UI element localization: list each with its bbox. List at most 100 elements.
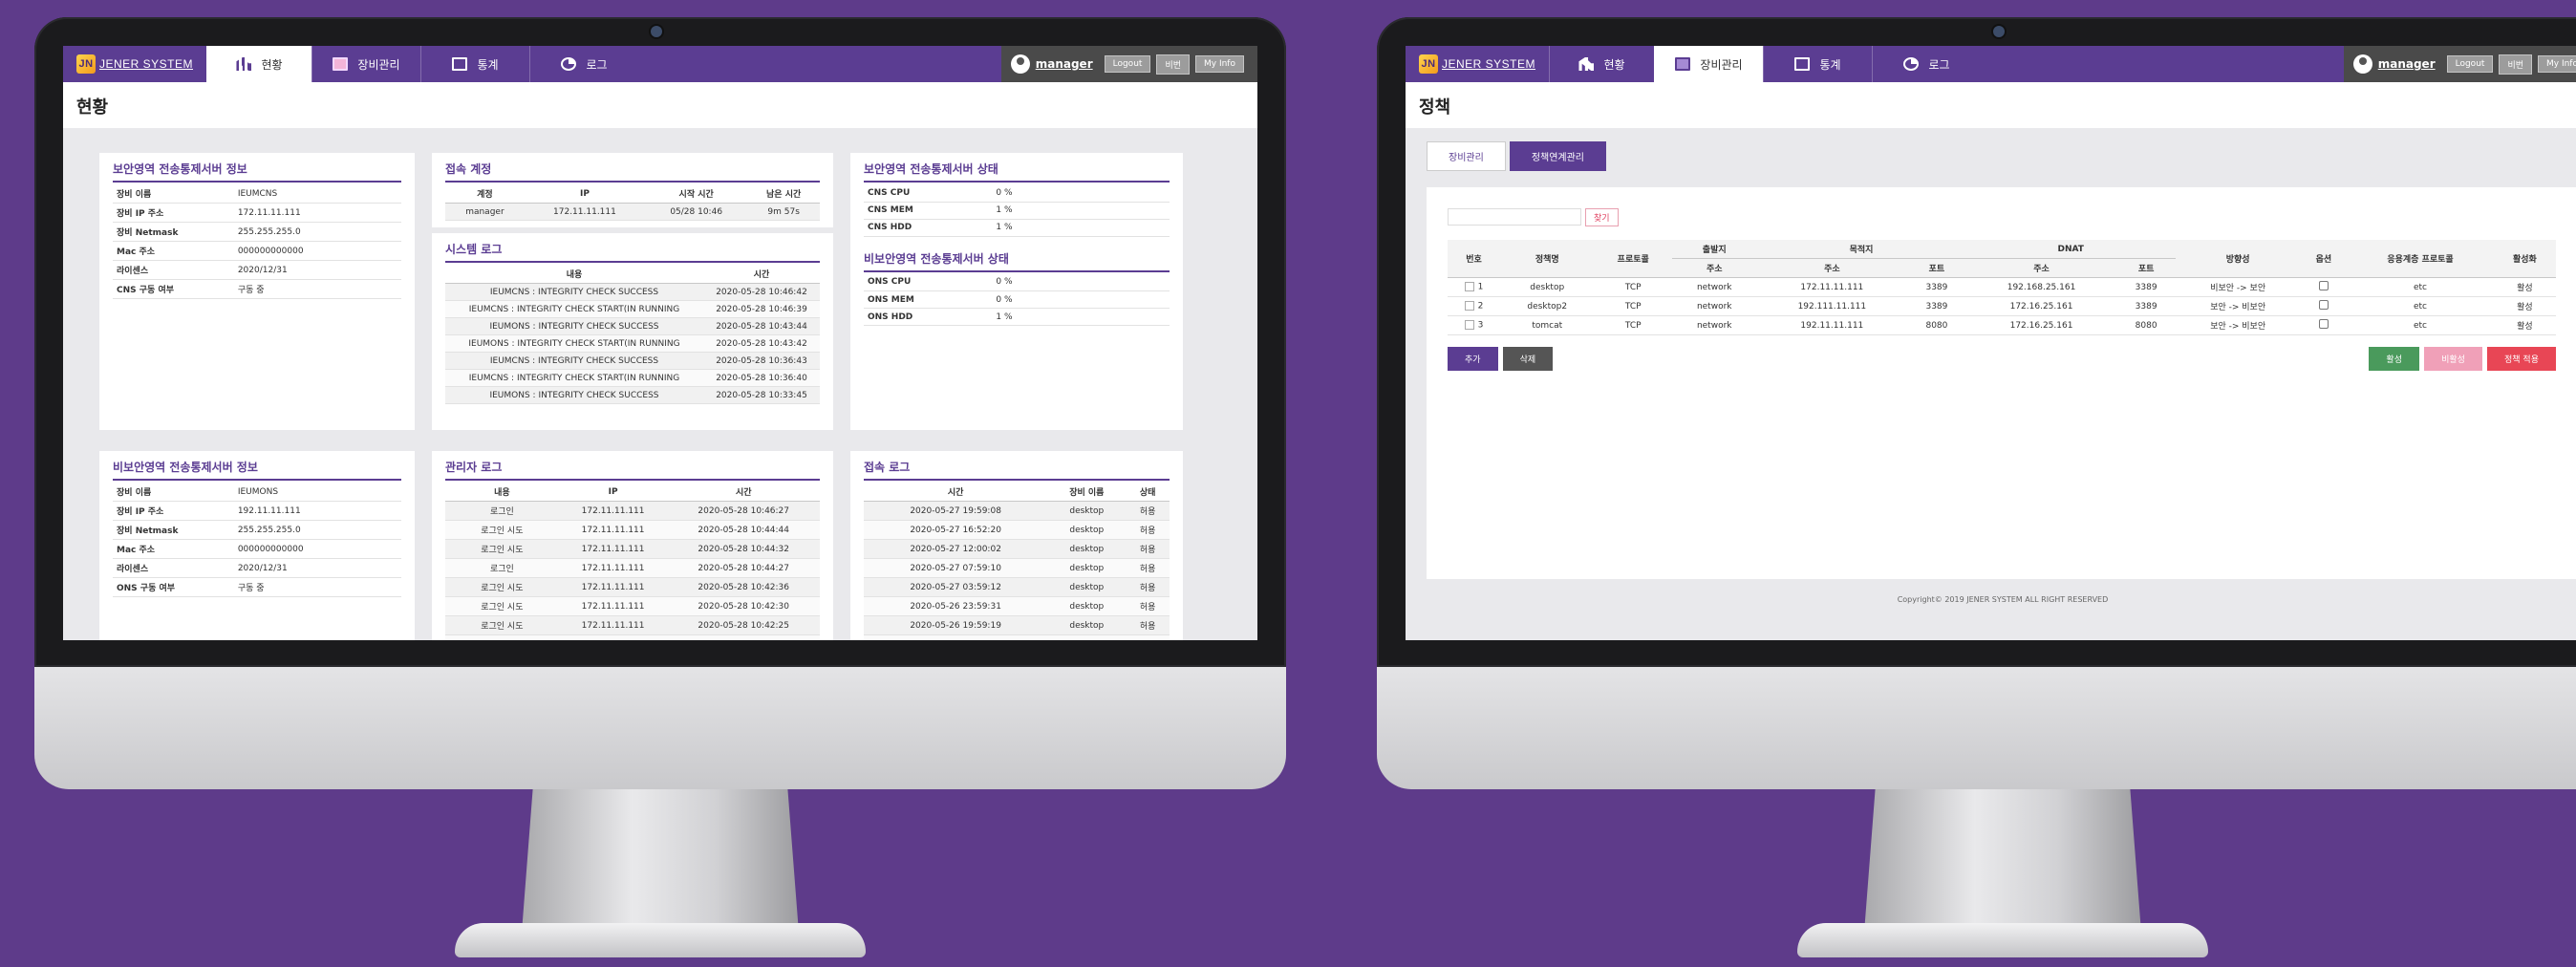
network-tree-icon[interactable] [2318,300,2329,310]
col-dnat: DNAT [1965,240,2176,259]
deactivate-button[interactable]: 비활성 [2424,347,2482,371]
logo-text: JENER SYSTEM [1442,57,1536,71]
status-row[interactable]: CNS HDD 1 % [864,219,1170,237]
info-row[interactable]: 장비 이름 IEUMCNS [113,184,401,204]
table-row[interactable]: IEUMCNS : INTEGRITY CHECK START(IN RUNNI… [445,369,820,387]
table-row[interactable]: 로그인 시도 172.11.11.111 2020-05-28 10:42:30 [445,596,820,616]
apply-policy-button[interactable]: 정책 적용 [2487,347,2556,371]
info-row[interactable]: 장비 Netmask 255.255.255.0 [113,222,401,242]
policy-row[interactable]: 3 tomcat TCP network 192.11.11.111 8080 172.16… [1448,315,2556,335]
subtab-device-management[interactable]: 장비관리 [1427,141,1506,171]
tab-log[interactable]: 로그 [1872,46,1981,82]
tab-log[interactable]: 로그 [529,46,638,82]
table-row[interactable]: 2020-05-26 15:59:22desktop허용 [864,634,1170,640]
table-row[interactable]: 로그인 시도 172.11.11.111 2020-05-28 10:44:32 [445,539,820,559]
table-row[interactable]: 2020-05-26 19:59:19 desktop 허용 [864,615,1170,635]
row-checkbox[interactable] [1464,301,1474,312]
table-cell: 활성 [2493,315,2556,335]
info-row[interactable]: 라이센스 2020/12/31 [113,558,401,578]
subtab-policy-link-management[interactable]: 정책연계관리 [1509,141,1607,171]
search-input[interactable] [1448,208,1581,226]
status-row[interactable]: CNS MEM 1 % [864,202,1170,220]
server-status-card: 보안영역 전송통제서버 상태 CNS CPU 0 % CNS MEM 1 % CNS H… [850,153,1183,430]
table-cell: 255.255.255.0 [233,520,401,540]
table-cell: 172.11.11.111 [558,558,668,578]
table-cell: 172.11.11.111 [558,577,668,597]
info-row[interactable]: ONS 구동 여부 구동 중 [113,577,401,597]
status-row[interactable]: ONS CPU 0 % [864,273,1170,291]
delete-button[interactable]: 삭제 [1502,347,1554,371]
table-row[interactable]: 중복접속 로그아웃172.11.11.1112020-05-28 10:07:1… [445,634,820,640]
table-row[interactable]: 로그인 172.11.11.111 2020-05-28 10:44:27 [445,558,820,578]
tab-device-management[interactable]: 장비관리 [311,46,420,82]
table-cell: 192.168.25.161 [1965,277,2117,297]
username-link[interactable]: manager [1036,57,1093,71]
network-tree-icon[interactable] [2318,319,2329,329]
logout-button[interactable]: Logout [1104,55,1151,73]
info-row[interactable]: 장비 IP 주소 192.11.11.111 [113,501,401,521]
table-cell: 2020-05-28 10:43:42 [703,334,820,353]
info-row[interactable]: 라이센스 2020/12/31 [113,260,401,280]
tab-device-management[interactable]: 장비관리 [1654,46,1763,82]
password-button[interactable]: 비번 [2499,54,2532,75]
table-row[interactable]: IEUMCNS : INTEGRITY CHECK START(IN RUNNI… [445,300,820,318]
table-cell: 2020-05-28 10:46:27 [667,501,820,521]
network-tree-icon[interactable] [2318,281,2329,290]
password-button[interactable]: 비번 [1156,54,1190,75]
table-row[interactable]: 2020-05-27 16:52:20 desktop 허용 [864,520,1170,540]
my-info-button[interactable]: My Info [2538,55,2576,73]
info-row[interactable]: 장비 IP 주소 172.11.11.111 [113,203,401,223]
tab-statistics[interactable]: 통계 [1763,46,1872,82]
activate-button[interactable]: 활성 [2369,347,2419,371]
policy-row[interactable]: 2 desktop2 TCP network 192.111.11.111 3389 172… [1448,296,2556,316]
row-checkbox[interactable] [1464,282,1474,292]
pie-chart-icon [1903,57,1920,71]
table-row[interactable]: manager 172.11.11.111 05/28 10:46 9m 57s [445,203,820,221]
table-row[interactable]: 2020-05-27 19:59:08 desktop 허용 [864,501,1170,521]
table-row[interactable]: IEUMCNS : INTEGRITY CHECK SUCCESS 2020-05… [445,283,820,301]
logo[interactable]: JN JENER SYSTEM [63,46,206,82]
table-row[interactable]: 2020-05-27 03:59:12 desktop 허용 [864,577,1170,597]
table-row[interactable]: 로그인 시도 172.11.11.111 2020-05-28 10:42:36 [445,577,820,597]
info-row[interactable]: Mac 주소 000000000000 [113,539,401,559]
table-row[interactable]: IEUMONS : INTEGRITY CHECK SUCCESS 2020-05… [445,386,820,404]
table-cell: Mac 주소 [113,241,234,261]
status-row[interactable]: ONS HDD 1 % [864,308,1170,326]
logout-button[interactable]: Logout [2446,55,2494,73]
document-icon [1794,57,1811,71]
tab-statistics[interactable]: 통계 [420,46,529,82]
table-row[interactable]: IEUMONS : INTEGRITY CHECK START(IN RUNNI… [445,334,820,353]
logo-text: JENER SYSTEM [99,57,194,71]
my-info-button[interactable]: My Info [1195,55,1244,73]
info-row[interactable]: CNS 구동 여부 구동 중 [113,279,401,299]
table-row[interactable]: 로그인 시도 172.11.11.111 2020-05-28 10:42:25 [445,615,820,635]
table-cell: 3389 [2116,277,2176,297]
policy-row[interactable]: 1 desktop TCP network 172.11.11.111 3389 192.1… [1448,277,2556,297]
info-row[interactable]: 장비 이름 IEUMONS [113,483,401,502]
info-row[interactable]: Mac 주소 000000000000 [113,241,401,261]
add-button[interactable]: 추가 [1448,347,1498,371]
tab-status[interactable]: 현황 [1549,46,1654,82]
search-button[interactable]: 찾기 [1585,208,1619,226]
tab-status[interactable]: 현황 [206,46,311,82]
table-row[interactable]: 로그인 시도 172.11.11.111 2020-05-28 10:44:44 [445,520,820,540]
row-number: 1 [1477,282,1484,292]
table-cell: 2020-05-26 23:59:31 [864,596,1048,616]
row-checkbox[interactable] [1464,320,1474,331]
table-cell: IEUMCNS : INTEGRITY CHECK SUCCESS [445,352,703,370]
table-row[interactable]: 로그인 172.11.11.111 2020-05-28 10:46:27 [445,501,820,521]
logo[interactable]: JN JENER SYSTEM [1406,46,1549,82]
table-cell: 2020/12/31 [233,260,401,280]
info-row[interactable]: 장비 Netmask 255.255.255.0 [113,520,401,540]
table-row[interactable]: IEUMCNS : INTEGRITY CHECK SUCCESS 2020-05… [445,352,820,370]
table-row[interactable]: IEUMONS : INTEGRITY CHECK SUCCESS 2020-05… [445,317,820,335]
table-row[interactable]: 2020-05-27 07:59:10 desktop 허용 [864,558,1170,578]
status-row[interactable]: ONS MEM 0 % [864,290,1170,309]
username-link[interactable]: manager [2378,57,2436,71]
table-row[interactable]: 2020-05-27 12:00:02 desktop 허용 [864,539,1170,559]
status-row[interactable]: CNS CPU 0 % [864,184,1170,203]
col-dest-port: 포트 [1907,258,1966,278]
col-direction: 방향성 [2175,240,2301,278]
table-row[interactable]: 2020-05-26 23:59:31 desktop 허용 [864,596,1170,616]
row-number-cell: 2 [1448,296,1501,316]
